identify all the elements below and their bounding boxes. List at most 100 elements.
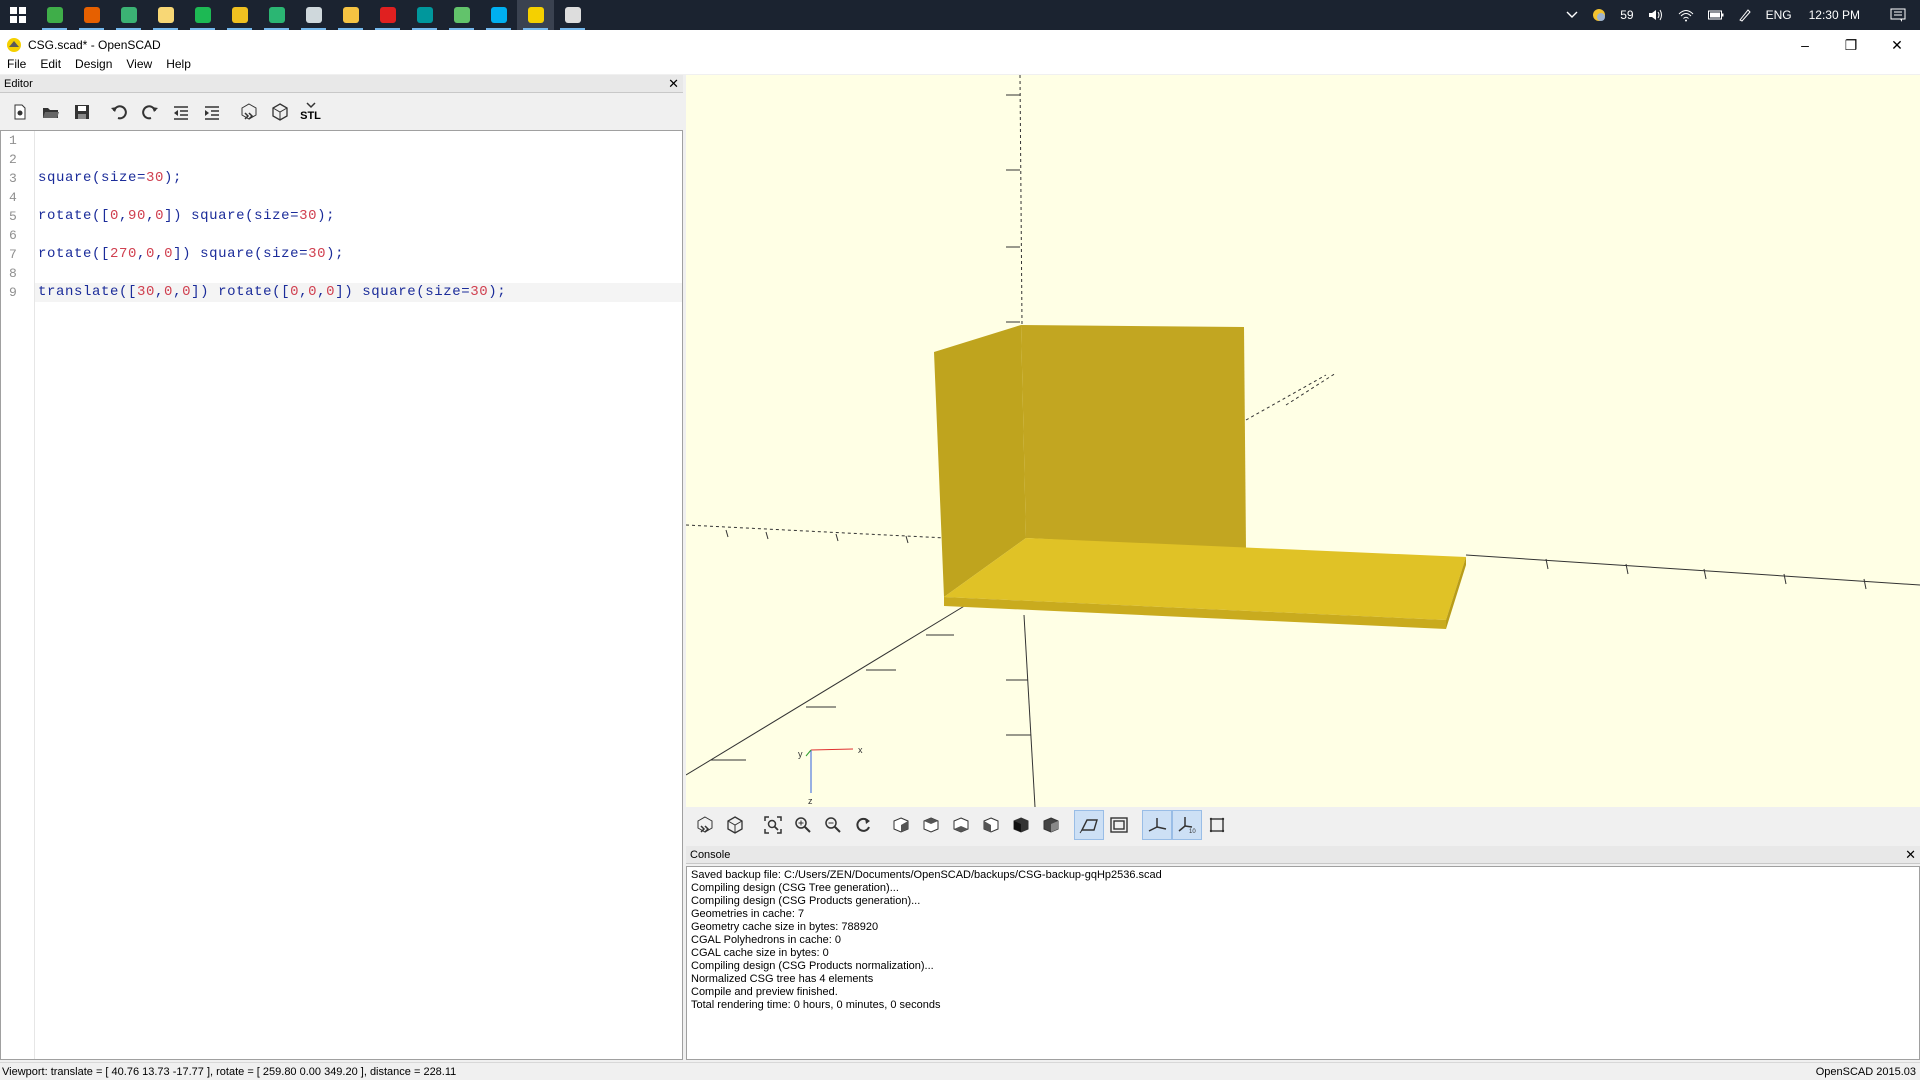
code-line[interactable]: square(size=30); xyxy=(35,169,682,188)
code-line[interactable]: rotate([270,0,0]) square(size=30); xyxy=(35,245,682,264)
new-file-icon xyxy=(14,104,25,120)
preview-view-button[interactable] xyxy=(690,810,720,840)
start-button[interactable] xyxy=(0,0,36,30)
code-token: translate([ xyxy=(38,284,138,300)
windows-logo-icon xyxy=(10,7,26,23)
show-scale-markers-button[interactable]: 10 xyxy=(1172,810,1202,840)
taskbar-app-skype[interactable] xyxy=(480,0,517,30)
cube-top-icon xyxy=(923,817,939,833)
gizmo-x-label: x xyxy=(858,745,863,755)
chevron-up-icon[interactable] xyxy=(1559,11,1585,19)
taskbar-app-spotify[interactable] xyxy=(184,0,221,30)
weather-icon[interactable] xyxy=(1585,8,1613,22)
view-all-button[interactable] xyxy=(758,810,788,840)
menu-help[interactable]: Help xyxy=(159,57,198,71)
code-line[interactable] xyxy=(35,264,682,283)
view-right-button[interactable] xyxy=(886,810,916,840)
battery-icon[interactable] xyxy=(1701,10,1731,20)
wifi-icon[interactable] xyxy=(1671,8,1701,22)
temperature-text: 59 xyxy=(1620,8,1634,22)
clock[interactable]: 12:30 PM xyxy=(1799,8,1876,22)
open-file-button[interactable] xyxy=(35,97,66,127)
line-number: 1 xyxy=(9,133,17,148)
code-area[interactable]: square(size=30); rotate([0,90,0]) square(… xyxy=(35,131,682,1059)
chrome-icon xyxy=(564,7,581,23)
taskbar-app-notepad-plus[interactable] xyxy=(36,0,73,30)
code-token: ]) square(size= xyxy=(164,208,300,224)
console-dock-close-button[interactable]: ✕ xyxy=(1905,847,1916,863)
viewport-status: Viewport: translate = [ 40.76 13.73 -17.… xyxy=(2,1065,457,1078)
3d-viewport[interactable]: x y z xyxy=(686,75,1920,807)
code-token: , xyxy=(119,208,129,224)
taskbar-app-terminal-app[interactable] xyxy=(295,0,332,30)
taskbar-app-git[interactable] xyxy=(221,0,258,30)
taskbar-app-green-app[interactable] xyxy=(110,0,147,30)
view-bottom-button[interactable] xyxy=(946,810,976,840)
open-folder-icon xyxy=(42,108,59,118)
preview-button[interactable] xyxy=(233,97,264,127)
menu-design[interactable]: Design xyxy=(68,57,119,71)
code-line[interactable] xyxy=(35,150,682,169)
taskbar-app-green-arrow-app[interactable] xyxy=(258,0,295,30)
taskbar-app-acrobat[interactable] xyxy=(369,0,406,30)
menu-view[interactable]: View xyxy=(119,57,159,71)
unindent-button[interactable] xyxy=(165,97,196,127)
view-front-button[interactable] xyxy=(1006,810,1036,840)
taskbar-app-green-circle-app[interactable] xyxy=(443,0,480,30)
view-back-button[interactable] xyxy=(1036,810,1066,840)
redo-button[interactable] xyxy=(134,97,165,127)
zoom-out-button[interactable] xyxy=(818,810,848,840)
perspective-button[interactable] xyxy=(1074,810,1104,840)
render-button[interactable] xyxy=(264,97,295,127)
3d-scene[interactable]: x y z xyxy=(686,75,1920,807)
pen-icon[interactable] xyxy=(1731,8,1759,22)
code-line[interactable]: rotate([0,90,0]) square(size=30); xyxy=(35,207,682,226)
code-line[interactable]: translate([30,0,0]) rotate([0,0,0]) squa… xyxy=(35,283,682,302)
line-number: 3 xyxy=(9,171,17,186)
taskbar-app-sticky-notes[interactable] xyxy=(332,0,369,30)
undo-button[interactable] xyxy=(103,97,134,127)
taskbar-app-file-explorer[interactable] xyxy=(147,0,184,30)
view-top-button[interactable] xyxy=(916,810,946,840)
code-token: , xyxy=(146,208,156,224)
menu-edit[interactable]: Edit xyxy=(33,57,68,71)
code-number-token: 0 xyxy=(155,208,165,224)
action-center-icon[interactable] xyxy=(1876,8,1920,22)
language-indicator[interactable]: ENG xyxy=(1759,8,1799,22)
export-stl-button[interactable]: STL xyxy=(295,97,326,127)
axes-icon xyxy=(1148,818,1167,832)
taskbar-app-firefox[interactable] xyxy=(73,0,110,30)
code-token: ]) square(size= xyxy=(335,284,471,300)
reset-view-icon xyxy=(856,817,870,832)
new-file-button[interactable] xyxy=(4,97,35,127)
volume-icon[interactable] xyxy=(1641,8,1671,22)
view-toolbar: 10 xyxy=(686,807,1920,843)
orthogonal-button[interactable] xyxy=(1104,810,1134,840)
code-token: , xyxy=(155,246,165,262)
code-line[interactable] xyxy=(35,188,682,207)
zoom-in-button[interactable] xyxy=(788,810,818,840)
show-edges-button[interactable] xyxy=(1202,810,1232,840)
render-view-button[interactable] xyxy=(720,810,750,840)
save-button[interactable] xyxy=(66,97,97,127)
taskbar-app-openscad[interactable] xyxy=(517,0,554,30)
preview-icon xyxy=(241,103,256,120)
taskbar-app-arduino[interactable] xyxy=(406,0,443,30)
editor-dock-close-button[interactable]: ✕ xyxy=(668,76,679,92)
indent-button[interactable] xyxy=(196,97,227,127)
render-icon xyxy=(271,103,288,121)
code-editor[interactable]: 123456789 square(size=30); rotate([0,90,0… xyxy=(0,130,683,1060)
save-icon xyxy=(74,105,89,119)
view-left-button[interactable] xyxy=(976,810,1006,840)
code-line[interactable] xyxy=(35,131,682,150)
console-output[interactable]: Saved backup file: C:/Users/ZEN/Document… xyxy=(686,866,1920,1060)
menu-file[interactable]: File xyxy=(0,57,33,71)
show-axes-button[interactable] xyxy=(1142,810,1172,840)
console-line: CGAL cache size in bytes: 0 xyxy=(691,947,829,959)
reset-view-button[interactable] xyxy=(848,810,878,840)
terminal-app-icon xyxy=(305,7,322,23)
code-line[interactable] xyxy=(35,226,682,245)
console-line: Total rendering time: 0 hours, 0 minutes… xyxy=(691,999,941,1011)
taskbar-app-chrome[interactable] xyxy=(554,0,591,30)
openscad-app-icon xyxy=(7,38,21,52)
